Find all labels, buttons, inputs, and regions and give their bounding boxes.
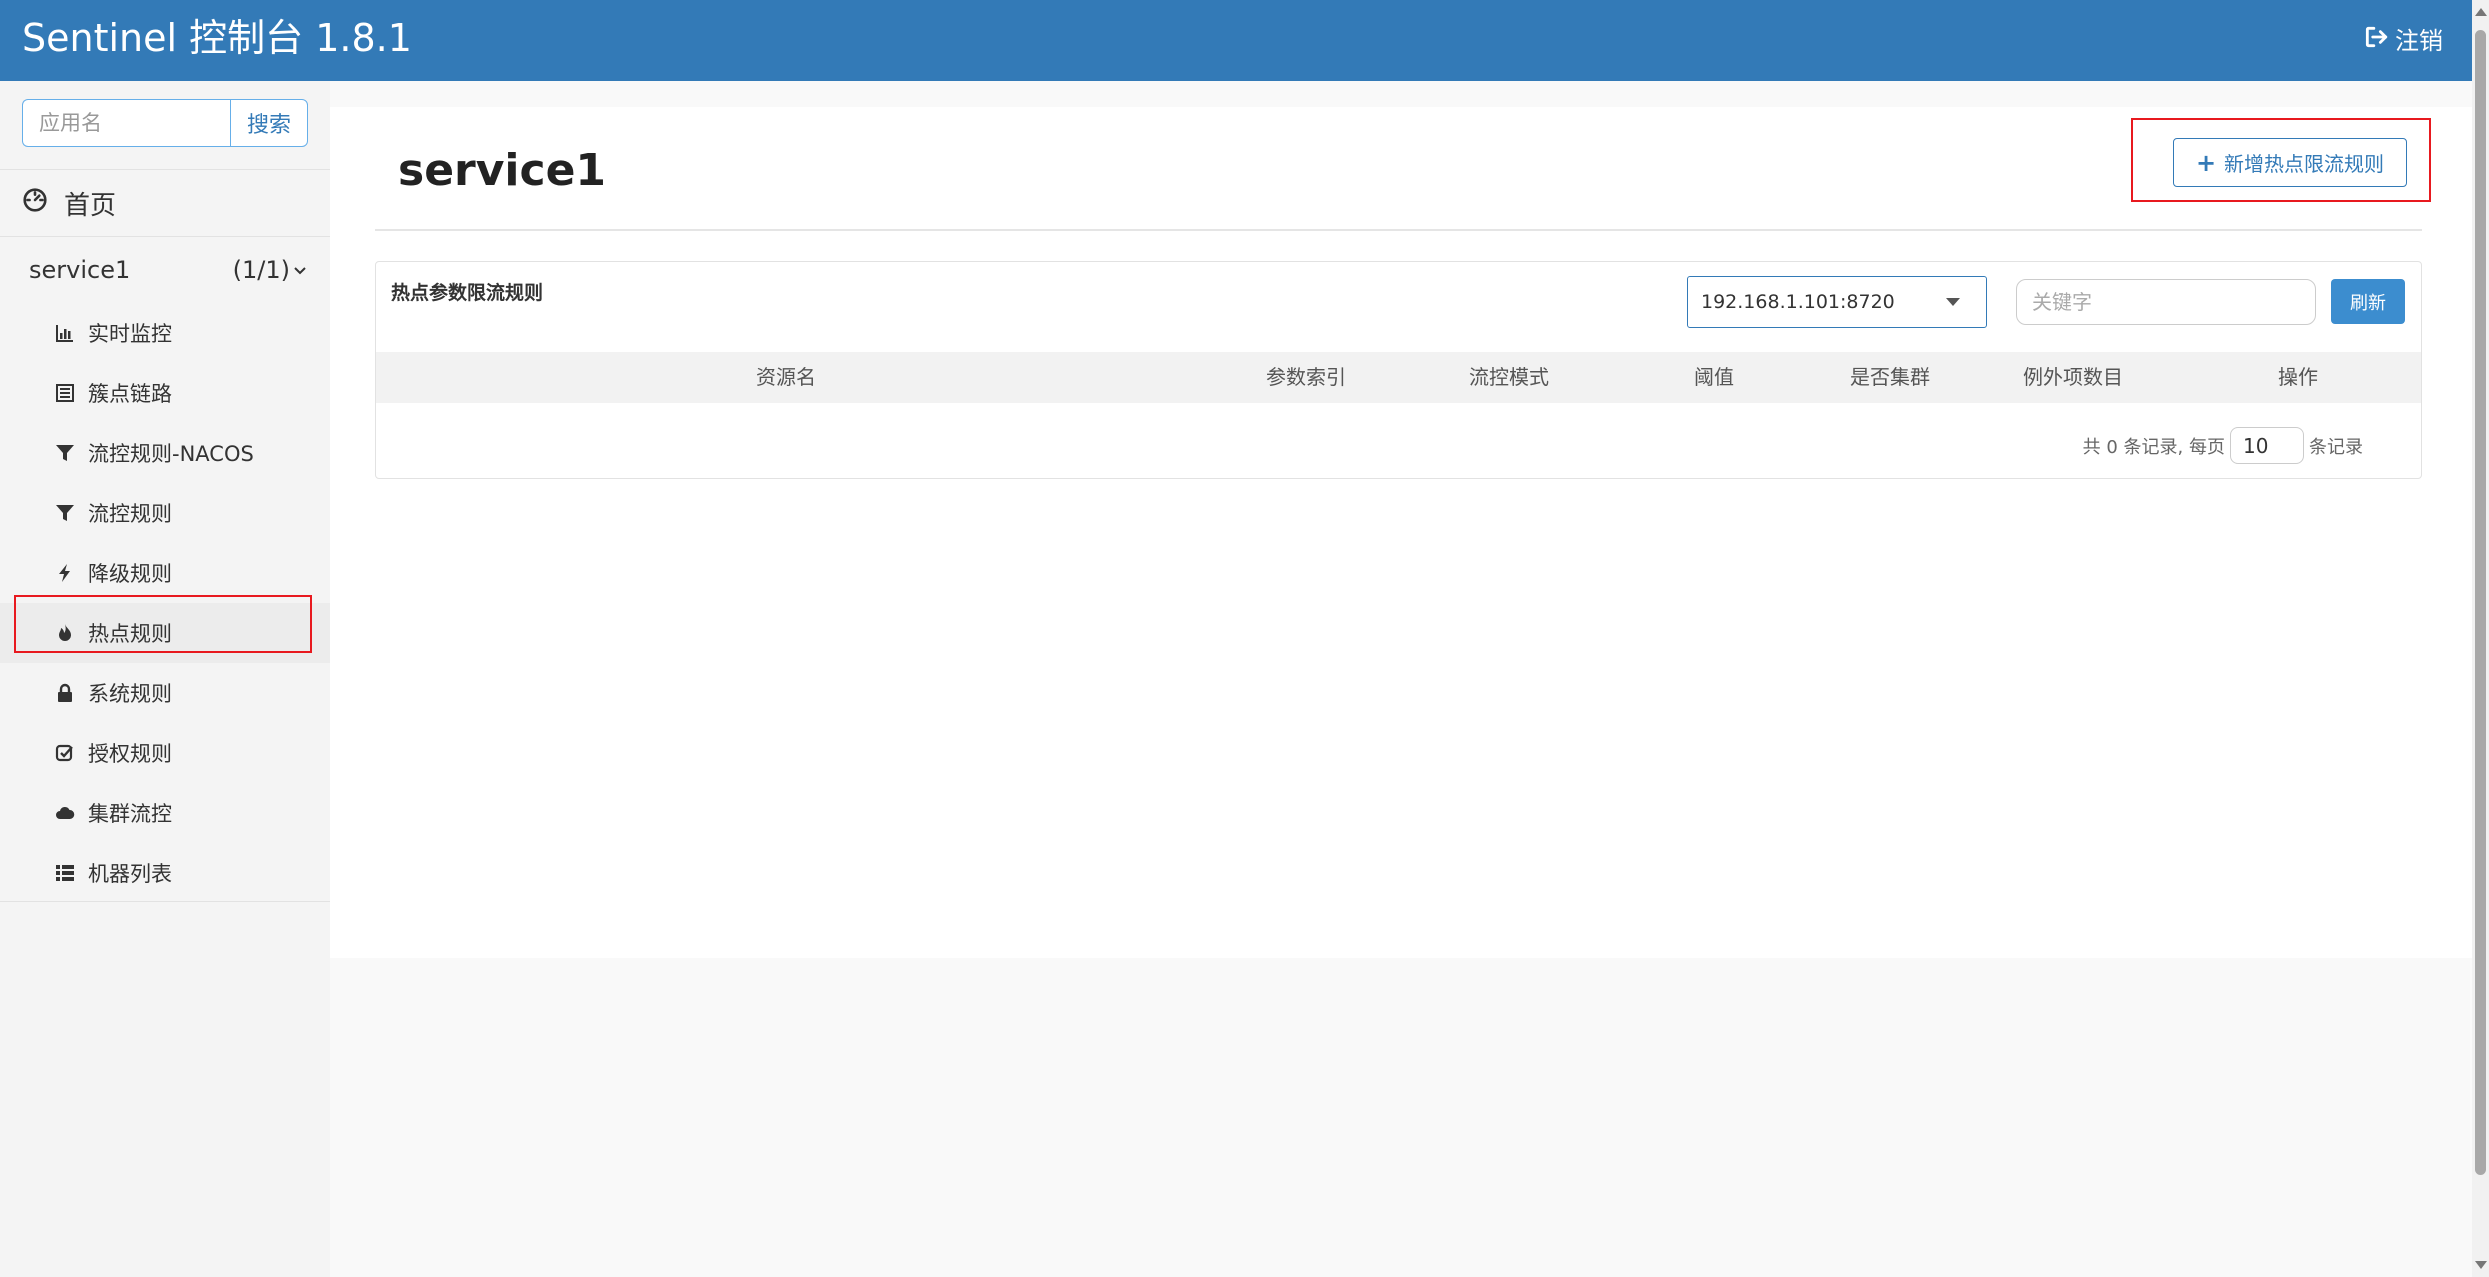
sidebar-app-service1[interactable]: service1 (1/1) <box>0 237 330 303</box>
page-title: service1 <box>398 145 607 196</box>
add-hotspot-rule-button[interactable]: + 新增热点限流规则 <box>2173 138 2407 187</box>
add-button-label: 新增热点限流规则 <box>2224 152 2385 176</box>
fire-icon <box>54 622 76 644</box>
machine-select[interactable]: 192.168.1.101:8720 <box>1687 276 1987 328</box>
sidebar-item-cluster-flow[interactable]: 集群流控 <box>0 783 330 843</box>
sidebar-item-label: 热点规则 <box>88 622 172 646</box>
sidebar-item-label: 系统规则 <box>88 682 172 706</box>
brand-title[interactable]: Sentinel 控制台 1.8.1 <box>22 12 412 64</box>
column-header: 操作 <box>2278 365 2318 389</box>
filter-icon <box>54 442 76 464</box>
sidebar-item-degrade-rules[interactable]: 降级规则 <box>0 543 330 603</box>
list-alt-icon <box>54 382 76 404</box>
column-header[interactable]: 流控模式 <box>1469 352 1549 403</box>
sidebar-item-authority-rules[interactable]: 授权规则 <box>0 723 330 783</box>
flash-icon <box>54 562 76 584</box>
lock-icon <box>54 682 76 704</box>
app-search-button[interactable]: 搜索 <box>230 99 308 147</box>
app-menu: 实时监控 簇点链路 流控规则-NACOS 流控规则 降级规则 热点规则 系统规则… <box>0 303 330 903</box>
sidebar-item-label: 机器列表 <box>88 862 172 886</box>
table-header: 资源名 参数索引 流控模式 阈值 是否集群 例外项数目 操作 <box>376 352 2421 403</box>
column-header[interactable]: 参数索引 <box>1266 352 1346 403</box>
sidebar-item-realtime-monitor[interactable]: 实时监控 <box>0 303 330 363</box>
sidebar-item-label: 实时监控 <box>88 322 172 346</box>
refresh-button[interactable]: 刷新 <box>2331 279 2405 324</box>
dashboard-icon <box>22 187 64 220</box>
main-panel: service1 + 新增热点限流规则 热点参数限流规则 192.168.1.1… <box>330 107 2472 958</box>
app-search-group: 搜索 <box>22 99 308 147</box>
sidebar-item-flow-rules[interactable]: 流控规则 <box>0 483 330 543</box>
cloud-icon <box>54 802 76 824</box>
pager-total-text: 共 0 条记录, 每页 <box>2082 436 2225 458</box>
keyword-input[interactable] <box>2016 279 2316 325</box>
sidebar-item-cluster-point-link[interactable]: 簇点链路 <box>0 363 330 423</box>
sidebar-item-label: 降级规则 <box>88 562 172 586</box>
machine-select-value: 192.168.1.101:8720 <box>1701 291 1895 313</box>
sidebar-divider <box>0 169 330 170</box>
app-machine-count: (1/1) <box>232 256 290 284</box>
column-header[interactable]: 例外项数目 <box>2023 352 2123 403</box>
page-size-input[interactable] <box>2230 427 2304 464</box>
pager-suffix-text: 条记录 <box>2309 436 2363 458</box>
title-divider <box>375 229 2422 231</box>
column-header[interactable]: 是否集群 <box>1850 352 1930 403</box>
sidebar-divider <box>0 901 330 902</box>
card-title: 热点参数限流规则 <box>391 282 544 304</box>
sidebar: 搜索 首页 service1 (1/1) 实时监控 <box>0 81 330 1277</box>
logout-button[interactable]: 注销 <box>2363 24 2443 58</box>
bar-chart-icon <box>54 322 76 344</box>
sidebar-item-home[interactable]: 首页 <box>0 171 330 235</box>
column-header[interactable]: 阈值 <box>1694 352 1734 403</box>
check-icon <box>54 742 76 764</box>
th-list-icon <box>54 862 76 884</box>
app-search-input[interactable] <box>22 99 230 147</box>
sidebar-item-label: 流控规则 <box>88 502 172 526</box>
sign-out-icon <box>2363 24 2389 58</box>
plus-icon: + <box>2195 148 2217 177</box>
top-navbar: Sentinel 控制台 1.8.1 注销 <box>0 0 2489 81</box>
sidebar-item-flow-rules-nacos[interactable]: 流控规则-NACOS <box>0 423 330 483</box>
sidebar-item-label: 簇点链路 <box>88 382 172 406</box>
sidebar-item-system-rules[interactable]: 系统规则 <box>0 663 330 723</box>
hotspot-rules-card: 热点参数限流规则 192.168.1.101:8720 刷新 资源名 参数索引 … <box>375 261 2422 479</box>
column-header[interactable]: 资源名 <box>756 352 816 403</box>
app-name: service1 <box>29 256 131 284</box>
sidebar-item-machine-list[interactable]: 机器列表 <box>0 843 330 903</box>
sidebar-item-label: 授权规则 <box>88 742 172 766</box>
sidebar-item-label: 流控规则-NACOS <box>88 442 254 466</box>
filter-icon <box>54 502 76 524</box>
pagination: 共 0 条记录, 每页 条记录 <box>2083 427 2363 464</box>
scroll-down-arrow-icon[interactable] <box>2475 1261 2487 1269</box>
sidebar-item-label: 集群流控 <box>88 802 172 826</box>
sidebar-item-label: 首页 <box>64 190 117 221</box>
chevron-down-icon <box>294 261 306 280</box>
logout-label: 注销 <box>2395 27 2443 55</box>
scroll-up-arrow-icon[interactable] <box>2475 8 2487 16</box>
scroll-thumb[interactable] <box>2475 30 2486 1175</box>
caret-down-icon <box>1946 298 1960 306</box>
sidebar-item-hotspot-rules[interactable]: 热点规则 <box>0 603 330 663</box>
page-scrollbar[interactable] <box>2472 0 2489 1277</box>
